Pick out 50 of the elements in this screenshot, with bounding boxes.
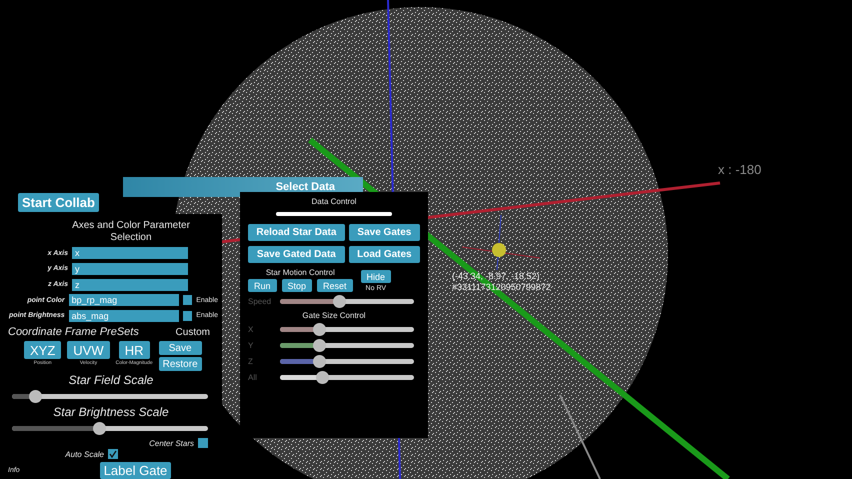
motion-button[interactable]: Reset	[317, 279, 353, 292]
dropdown-field[interactable]: abs_mag	[68, 310, 179, 322]
checkbox[interactable]	[182, 310, 192, 321]
axis-slider-label: All	[248, 373, 258, 382]
checkbox[interactable]	[108, 449, 118, 459]
data-button[interactable]: Save Gates	[348, 224, 420, 241]
label-gate-button[interactable]: Label Gate	[100, 462, 172, 479]
axis-label: x : -180	[718, 162, 762, 177]
custom-button[interactable]: Save	[158, 341, 202, 356]
dropdown-field[interactable]: x	[72, 247, 188, 260]
axis-slider-label: Y	[248, 341, 254, 350]
checkmark-icon	[109, 450, 117, 458]
slider-title: Star Field Scale	[68, 374, 154, 388]
data-button[interactable]: Load Gates	[348, 246, 420, 263]
preset-button[interactable]: UVW	[67, 341, 110, 360]
slider-thumb[interactable]	[313, 339, 326, 352]
slider-thumb[interactable]	[28, 390, 42, 404]
speed-label: Speed	[248, 297, 272, 306]
panel-title: Data Control	[310, 197, 358, 206]
custom-button[interactable]: Restore	[158, 357, 202, 372]
motion-button[interactable]: Stop	[282, 279, 312, 292]
slider-title: Star Brightness Scale	[52, 406, 170, 420]
checkbox-label: Center Stars	[149, 438, 194, 448]
preset-button[interactable]: XYZ	[24, 341, 62, 360]
slider-thumb[interactable]	[93, 422, 106, 436]
preset-button[interactable]: HR	[118, 341, 150, 360]
slider-thumb[interactable]	[313, 323, 326, 336]
panel-title: Axes and Color Parameter Selection	[71, 220, 191, 244]
custom-label: Custom	[176, 327, 210, 338]
start-collab-button[interactable]: Start Collab	[18, 193, 99, 212]
star-id: #3311173120950799872	[452, 282, 551, 293]
section-title: Star Motion Control	[264, 268, 336, 277]
dropdown-field[interactable]: bp_rp_mag	[68, 294, 179, 306]
axis-slider-label: X	[248, 325, 254, 334]
slider-thumb[interactable]	[316, 371, 329, 384]
axis-slider-label: Z	[248, 357, 254, 366]
presets-title: Coordinate Frame PreSets	[8, 326, 139, 338]
checkbox[interactable]	[198, 438, 208, 448]
checkbox-label: Auto Scale	[65, 450, 104, 458]
checkbox[interactable]	[182, 295, 192, 306]
data-button[interactable]: Reload Star Data	[248, 224, 345, 241]
data-button[interactable]: Save Gated Data	[248, 246, 345, 263]
section-title: Gate Size Control	[301, 311, 367, 320]
star-coordinates: (-43.34, -8.97, -18.52)	[452, 271, 541, 282]
motion-button[interactable]: Run	[248, 279, 277, 292]
slider-thumb[interactable]	[313, 355, 326, 368]
hide-button[interactable]: Hide	[360, 270, 392, 283]
dropdown-field[interactable]: y	[72, 262, 188, 275]
dropdown-field[interactable]: z	[72, 278, 188, 291]
slider-thumb[interactable]	[333, 295, 346, 308]
